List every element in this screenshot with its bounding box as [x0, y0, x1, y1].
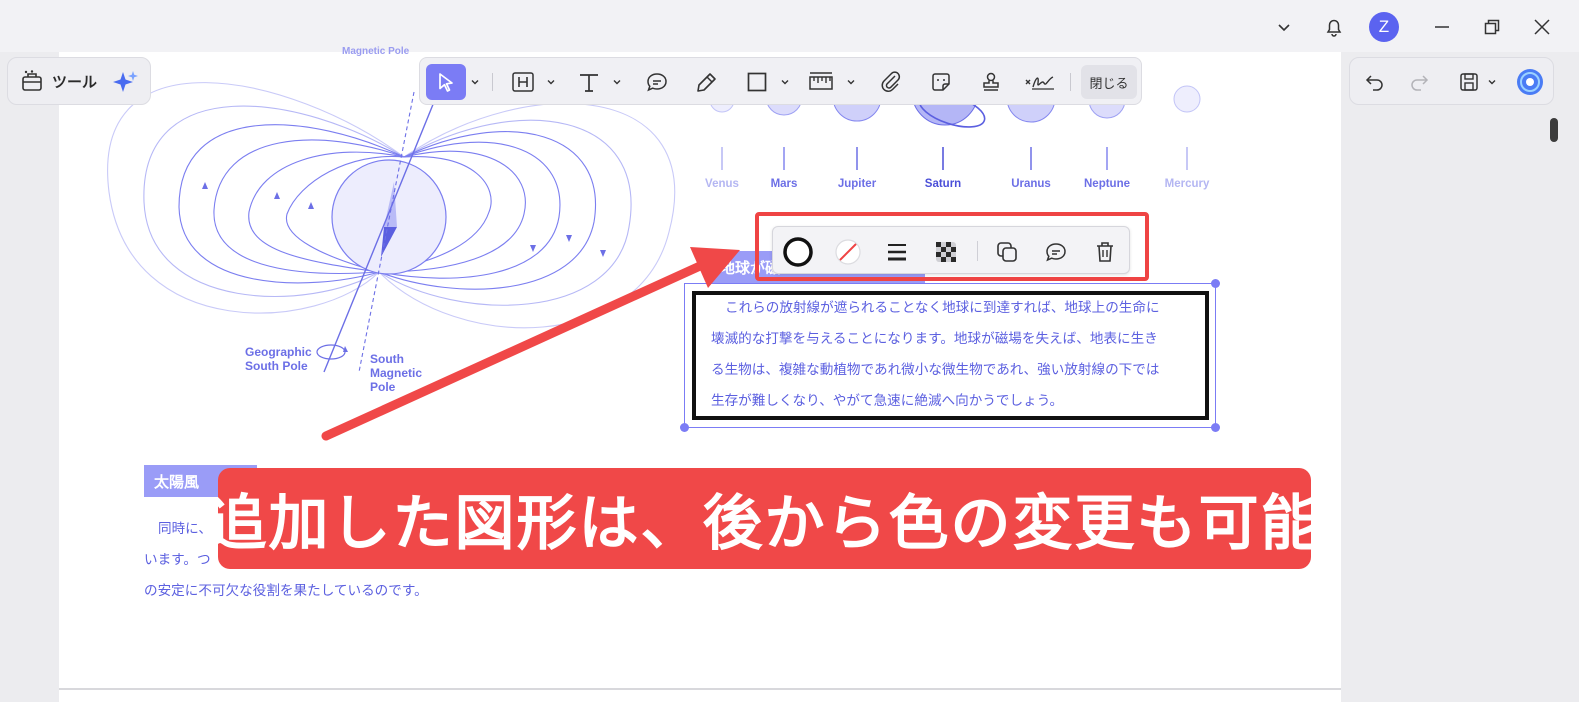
tool-panel: ツール [7, 57, 151, 105]
close-icon[interactable] [1525, 10, 1559, 44]
highlight-box [755, 212, 1149, 281]
resize-handle[interactable] [680, 423, 689, 432]
text-icon[interactable] [574, 64, 604, 100]
paragraph-line: る生物は、複雑な動植物であれ微小な微生物であれ、強い放射線の下では [711, 362, 1160, 378]
paragraph-line: 生存が難しくなり、やがて急速に絶滅へ向かうでしょう。 [711, 393, 1064, 409]
ai-assistant-icon[interactable] [1516, 68, 1544, 96]
paragraph-line: 壊滅的な打撃を与えることになります。地球が磁場を失えば、地表に生き [711, 331, 1158, 347]
minimize-icon[interactable] [1425, 10, 1459, 44]
planet-label: Jupiter [837, 178, 877, 190]
page-divider [59, 688, 1341, 690]
stamp-icon[interactable] [976, 64, 1006, 100]
label-line: Geographic [245, 345, 312, 359]
close-toolbar-button[interactable]: 閉じる [1081, 65, 1137, 99]
toolbox-icon [22, 70, 42, 91]
left-gutter [0, 52, 59, 702]
pen-icon[interactable] [692, 64, 722, 100]
chevron-down-icon[interactable] [1484, 68, 1500, 96]
restore-icon[interactable] [1475, 10, 1509, 44]
select-icon[interactable] [426, 64, 466, 100]
measure-icon[interactable] [806, 64, 836, 100]
resize-handle[interactable] [1211, 423, 1220, 432]
paragraph-line: これらの放射線が遮られることなく地球に到達すれば、地球上の生命に [725, 300, 1160, 316]
label-line: South [370, 352, 404, 366]
planet-label: Uranus [1011, 178, 1051, 190]
tools-label: ツール [52, 72, 98, 91]
label-line: Pole [370, 380, 396, 394]
resize-handle[interactable] [1211, 279, 1220, 288]
planet-label: Mercury [1164, 178, 1210, 190]
heading-icon[interactable] [508, 64, 538, 100]
comment-icon[interactable] [642, 64, 672, 100]
annotation-toolbar: 閉じる [419, 57, 1142, 105]
chevron-down-icon[interactable] [778, 64, 792, 100]
planet-label: Venus [705, 178, 739, 190]
attachment-icon[interactable] [876, 64, 906, 100]
scrollbar-thumb[interactable] [1550, 118, 1558, 142]
tools-button[interactable]: ツール [8, 58, 97, 104]
geographic-south-pole-label: Geographic South Pole [245, 345, 312, 373]
signature-icon[interactable] [1022, 64, 1058, 100]
chevron-down-icon[interactable] [468, 64, 482, 100]
chevron-down-icon[interactable] [610, 64, 624, 100]
separator [1070, 73, 1071, 91]
chevron-down-icon[interactable] [844, 64, 858, 100]
sparkle-icon[interactable] [112, 68, 140, 96]
right-panel [1349, 57, 1554, 105]
save-icon[interactable] [1455, 68, 1483, 96]
rectangle-icon[interactable] [742, 64, 772, 100]
right-gutter [1341, 52, 1579, 702]
planet-label: Neptune [1084, 178, 1130, 190]
paragraph-line: の安定に不可欠な役割を果たしているのです。 [144, 583, 428, 599]
south-magnetic-pole-label: South Magnetic Pole [370, 352, 422, 394]
separator [492, 73, 493, 91]
bell-icon[interactable] [1317, 10, 1351, 44]
window-titlebar: Z [0, 0, 1579, 52]
chevron-down-icon[interactable] [1267, 10, 1301, 44]
label-line: South Pole [245, 359, 308, 373]
magnetic-pole-label: Magnetic Pole [342, 46, 410, 57]
chevron-down-icon[interactable] [544, 64, 558, 100]
undo-icon[interactable] [1361, 68, 1389, 96]
planet-label: Mars [770, 178, 798, 190]
sticker-icon[interactable] [926, 64, 956, 100]
avatar[interactable]: Z [1369, 12, 1399, 42]
caption-banner: 追加した図形は、後から色の変更も可能 [218, 468, 1311, 569]
redo-icon[interactable] [1405, 68, 1433, 96]
selected-paragraph: これらの放射線が遮られることなく地球に到達すれば、地球上の生命に 壊滅的な打撃を… [711, 293, 1206, 417]
planet-label: Saturn [924, 178, 962, 190]
label-line: Magnetic [370, 366, 423, 380]
